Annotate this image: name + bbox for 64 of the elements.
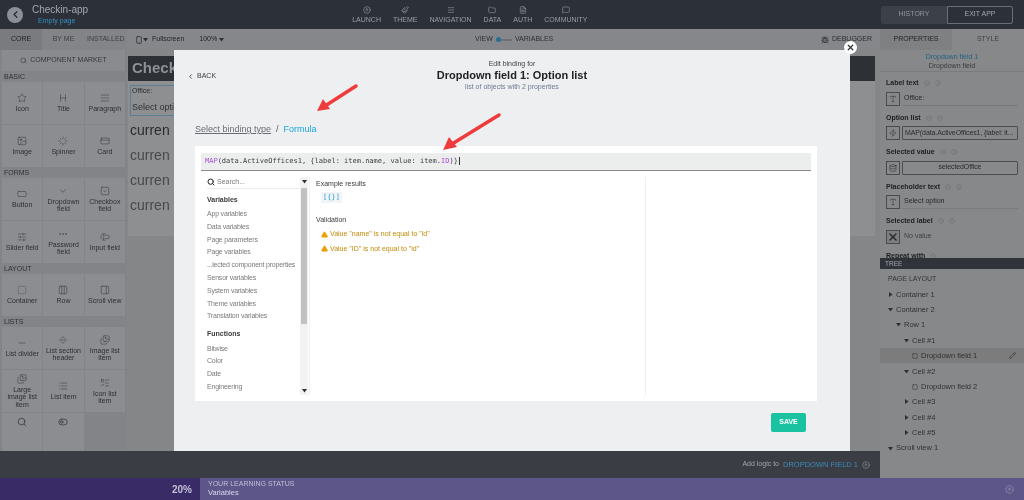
bug-icon — [820, 35, 829, 44]
component-icon — [912, 352, 918, 359]
close-icon — [846, 43, 855, 52]
columns-icon — [58, 285, 69, 296]
pencil-icon[interactable] — [1009, 352, 1016, 360]
list-icon — [58, 381, 69, 392]
paragraph-icon — [99, 93, 110, 104]
separator-icon — [58, 334, 69, 345]
dashed-square-icon — [17, 285, 28, 296]
preview-text: curren — [129, 121, 171, 140]
caret-icon[interactable] — [301, 178, 307, 184]
component-tile[interactable] — [2, 413, 43, 451]
breadcrumb-separator: / — [276, 123, 279, 136]
arrow-up-circle-icon — [362, 5, 371, 14]
card-icon — [99, 136, 110, 147]
search-icon — [207, 178, 215, 186]
scrollbar[interactable] — [300, 176, 308, 395]
image-row-icon — [99, 334, 110, 345]
panel-icon — [99, 285, 110, 296]
preview-text: curren — [129, 196, 171, 215]
arrow-up-circle-icon[interactable] — [862, 460, 870, 469]
search-icon — [20, 57, 28, 64]
toggle-knob[interactable] — [495, 37, 501, 42]
star-icon — [17, 93, 28, 104]
spinner-icon — [58, 136, 69, 147]
cross-icon[interactable] — [886, 229, 900, 244]
list-icon — [446, 5, 455, 14]
preview-text: curren — [129, 146, 171, 165]
chat-bubble-icon — [561, 5, 570, 14]
logo-icon[interactable] — [7, 6, 23, 23]
search-icon — [17, 417, 28, 427]
image-row-icon — [17, 373, 28, 384]
text-type-icon[interactable] — [886, 91, 900, 106]
warning-icon — [321, 230, 328, 238]
text-input-icon — [99, 232, 110, 243]
button-shape-icon — [17, 189, 28, 200]
caret-icon[interactable] — [301, 387, 307, 393]
phone-icon[interactable] — [135, 35, 143, 44]
image-icon — [17, 136, 28, 147]
arrow-up-circle-icon[interactable] — [1005, 484, 1014, 494]
document-icon — [518, 5, 527, 14]
annotation-arrow — [315, 82, 359, 114]
breadcrumb-link[interactable]: Select binding type — [195, 123, 272, 137]
chevron-left-icon — [187, 72, 194, 80]
lightning-icon[interactable] — [886, 126, 900, 140]
component-tile[interactable] — [43, 413, 84, 451]
component-icon — [912, 383, 918, 390]
slider-icon — [17, 232, 28, 243]
brush-icon — [401, 5, 410, 14]
text-type-icon[interactable] — [886, 195, 900, 209]
icon-list-icon — [99, 377, 110, 388]
annotation-arrow — [440, 111, 502, 153]
toggle-icon — [58, 417, 69, 427]
data-icon[interactable] — [886, 160, 900, 175]
app-title: Checkin-app — [32, 4, 89, 16]
folder-icon — [488, 5, 497, 14]
warning-icon — [321, 245, 328, 253]
dialog-title: Dropdown field 1: Option list — [436, 68, 588, 82]
breadcrumb-link[interactable]: Formula — [283, 123, 317, 137]
info-icon[interactable] — [930, 252, 937, 259]
progress-percent: 20% — [172, 482, 192, 497]
heading-icon — [58, 93, 69, 104]
preview-text: curren — [129, 171, 171, 190]
checkbox-icon — [99, 185, 110, 196]
